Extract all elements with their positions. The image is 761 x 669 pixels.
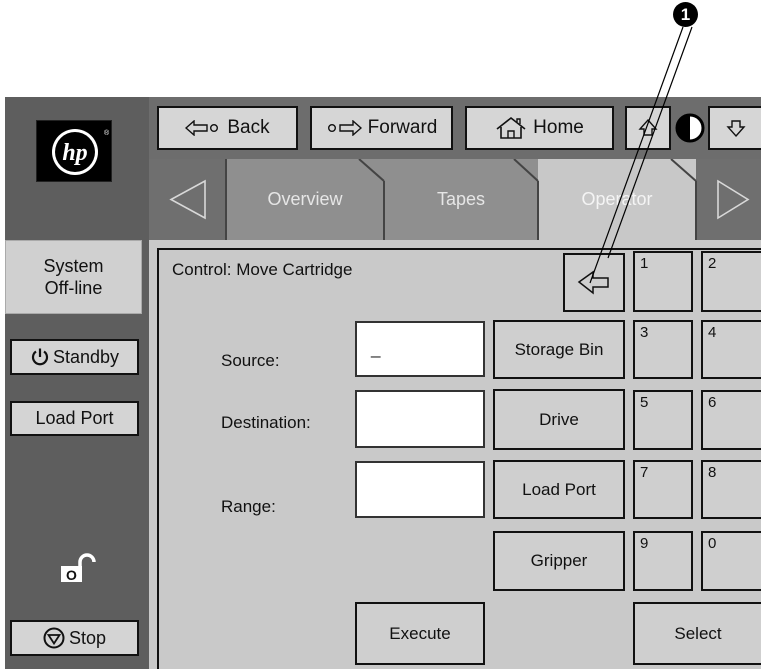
- stop-label: Stop: [68, 627, 107, 648]
- select-button[interactable]: Select: [633, 602, 761, 665]
- home-icon: [496, 116, 526, 139]
- keypad-key-9[interactable]: 9: [633, 531, 693, 591]
- load-port-target-button[interactable]: Load Port: [493, 460, 625, 519]
- backspace-arrow-icon: [577, 270, 609, 295]
- keypad-key-2[interactable]: 2: [701, 251, 761, 312]
- keypad-key-4[interactable]: 4: [701, 320, 761, 379]
- source-value: _: [371, 339, 381, 358]
- lock-label: O: [66, 567, 77, 583]
- stop-icon: [43, 627, 65, 649]
- standby-label: Standby: [52, 346, 120, 367]
- range-label: Range:: [221, 497, 276, 516]
- keypad-key-3[interactable]: 3: [633, 320, 693, 379]
- unlocked-padlock-icon[interactable]: O: [58, 553, 102, 583]
- source-input[interactable]: _: [355, 321, 485, 377]
- gripper-button[interactable]: Gripper: [493, 531, 625, 591]
- keypad-key-7[interactable]: 7: [633, 460, 693, 519]
- select-label: Select: [674, 623, 722, 643]
- logo-text: hp: [62, 140, 87, 166]
- tab-dividers: [225, 159, 697, 240]
- arrow-left-icon: [185, 120, 219, 136]
- backspace-button[interactable]: [563, 253, 625, 312]
- destination-label: Destination:: [221, 413, 311, 432]
- load-port-button[interactable]: Load Port: [10, 401, 139, 436]
- stop-button[interactable]: Stop: [10, 620, 139, 656]
- callout-badge: 1: [673, 2, 698, 27]
- scroll-down-button[interactable]: [708, 106, 761, 150]
- scroll-up-button[interactable]: [625, 106, 671, 150]
- status-line-2: Off-line: [44, 278, 103, 298]
- arrow-down-icon: [725, 120, 746, 138]
- gripper-label: Gripper: [530, 551, 588, 570]
- svg-text:®: ®: [104, 129, 110, 137]
- arrow-right-icon: [327, 120, 362, 136]
- drive-label: Drive: [539, 409, 579, 429]
- home-label: Home: [533, 117, 584, 138]
- page-title: Control: Move Cartridge: [172, 260, 353, 279]
- forward-button[interactable]: Forward: [310, 106, 453, 150]
- range-input[interactable]: [355, 461, 485, 518]
- forward-label: Forward: [367, 117, 438, 138]
- load-port-target-label: Load Port: [522, 479, 596, 499]
- keypad-key-8[interactable]: 8: [701, 460, 761, 519]
- source-label: Source:: [221, 351, 280, 370]
- keypad-key-6[interactable]: 6: [701, 390, 761, 450]
- keypad-key-5[interactable]: 5: [633, 390, 693, 450]
- keypad-key-1[interactable]: 1: [633, 251, 693, 312]
- execute-button[interactable]: Execute: [355, 602, 485, 665]
- storage-bin-button[interactable]: Storage Bin: [493, 320, 625, 379]
- title-rule: [159, 248, 531, 250]
- status-line-1: System: [43, 256, 104, 276]
- drive-button[interactable]: Drive: [493, 389, 625, 450]
- arrow-up-icon: [638, 118, 658, 136]
- back-label: Back: [227, 117, 270, 138]
- standby-button[interactable]: Standby: [10, 339, 139, 375]
- contrast-icon[interactable]: [675, 113, 705, 143]
- hp-logo: hp ®: [36, 120, 112, 182]
- home-button[interactable]: Home: [465, 106, 614, 150]
- keypad-key-0[interactable]: 0: [701, 531, 761, 591]
- load-port-label: Load Port: [35, 408, 114, 428]
- storage-bin-label: Storage Bin: [514, 339, 604, 359]
- destination-input[interactable]: [355, 390, 485, 448]
- execute-label: Execute: [389, 623, 451, 643]
- system-status-badge: System Off-line: [5, 240, 142, 314]
- back-button[interactable]: Back: [157, 106, 298, 150]
- power-icon: [31, 348, 49, 366]
